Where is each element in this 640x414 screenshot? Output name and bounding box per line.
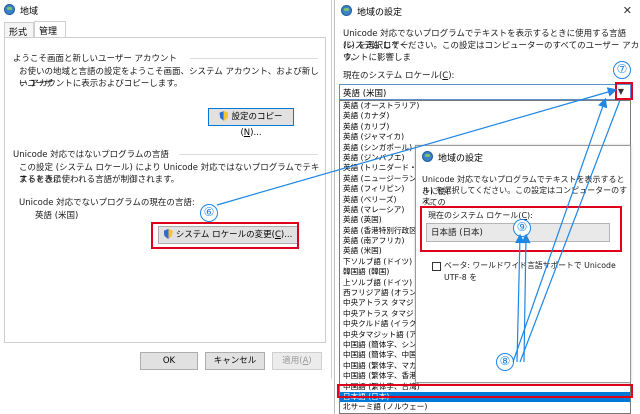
system-locale-value: 英語 (米国)	[343, 89, 387, 99]
group-divider	[190, 58, 318, 59]
highlight-change-locale	[151, 222, 299, 249]
welcome-desc-line2: ー アカウントに表示およびコピーします。	[19, 79, 183, 89]
region-titlebar: 地域	[0, 0, 332, 18]
uac-shield-icon	[219, 111, 229, 121]
apply-button[interactable]: 適用(A)	[272, 352, 322, 370]
locale-option[interactable]: 英語 (カナダ)	[340, 111, 630, 121]
step-9-marker: ⑨	[513, 219, 531, 237]
step-6-marker: ⑥	[200, 204, 218, 222]
utf8-beta-label: ベータ: ワールドワイド言語サポートで Unicode UTF-8 を	[444, 261, 616, 282]
locale-option[interactable]: 英語 (オーストラリア)	[340, 101, 630, 111]
region-window-title: 地域	[20, 7, 39, 17]
copy-settings-button[interactable]: 設定のコピー(N)...	[208, 108, 294, 138]
locale-option[interactable]: 英語 (ジャマイカ)	[340, 132, 630, 142]
locale-settings-overlay: 地域の設定 Unicode 対応でないプログラムでテキストを表示するときに使( …	[415, 145, 631, 383]
step-8-marker: ⑧	[496, 353, 514, 371]
group-divider	[179, 154, 318, 155]
unicode-desc-line2: するときに使われる言語が制御されます。	[19, 175, 180, 185]
utf8-beta-checkbox[interactable]	[432, 262, 441, 271]
tab-format[interactable]: 形式	[4, 22, 34, 38]
cancel-button[interactable]: キャンセル	[205, 352, 265, 370]
locale-option[interactable]: 北サーミ語 (ノルウェー)	[340, 402, 630, 412]
tab-administrative[interactable]: 管理	[34, 21, 66, 37]
locale-window-title: 地域の設定	[357, 8, 403, 18]
highlight-dropdown-arrow	[615, 82, 633, 100]
current-system-locale-label: 現在のシステム ロケール(C):	[343, 71, 455, 81]
globe-icon	[422, 151, 433, 162]
current-language-label: Unicode 対応でないプログラムの現在の言語:	[19, 198, 195, 208]
current-language-value: 英語 (米国)	[35, 211, 79, 221]
system-locale-combobox[interactable]: 英語 (米国) ▼	[339, 84, 631, 100]
welcome-group-title: ようこそ画面と新しいユーザー アカウント	[13, 54, 178, 64]
region-tabs: 形式 管理	[4, 21, 324, 38]
ok-button[interactable]: OK	[140, 352, 198, 370]
step-7-marker: ⑦	[613, 61, 631, 79]
region-window: 地域 形式 管理 ようこそ画面と新しいユーザー アカウント お使いの地域と言語の…	[0, 0, 332, 379]
close-icon[interactable]: ✕	[623, 4, 632, 17]
overlay-title: 地域の設定	[438, 154, 484, 164]
administrative-panel: ようこそ画面と新しいユーザー アカウント お使いの地域と言語の設定をようこそ画面…	[4, 37, 326, 343]
locale-desc-line2: ル) を選択してください。この設定はコンピューターのすべてのユーザー アカウント…	[343, 41, 640, 63]
locale-option[interactable]: 英語 (カリブ)	[340, 122, 630, 132]
unicode-group-title: Unicode 対応ではないプログラムの言語	[13, 150, 169, 160]
highlight-japanese-option	[337, 384, 633, 398]
locale-desc-line3: す。	[343, 53, 360, 63]
globe-icon	[341, 5, 352, 16]
globe-icon	[4, 4, 15, 15]
